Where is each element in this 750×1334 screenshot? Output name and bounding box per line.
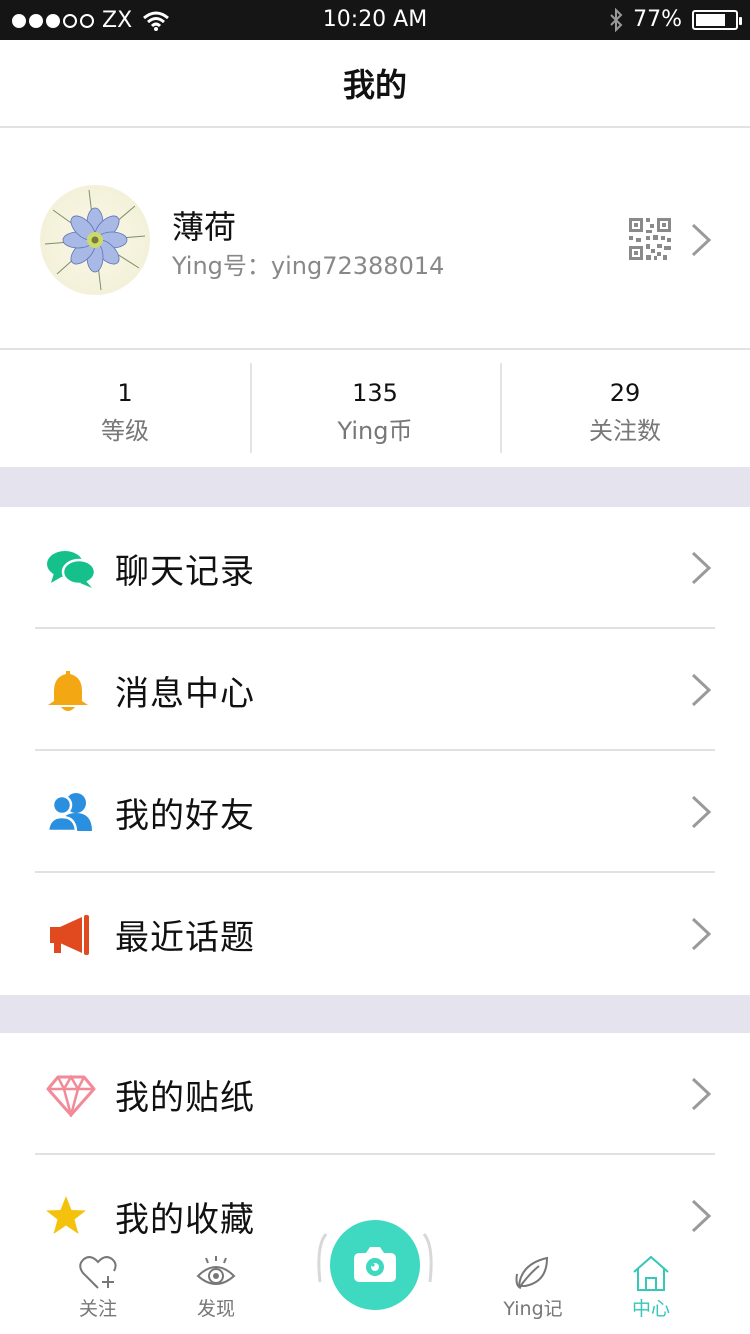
menu-item-chat-history[interactable]: 聊天记录 bbox=[0, 507, 750, 629]
stat-level[interactable]: 1 等级 bbox=[0, 351, 250, 467]
stats-bar: 1 等级 135 Ying币 29 关注数 bbox=[0, 351, 750, 467]
nav-bar: 我的 bbox=[0, 40, 750, 128]
tab-bar: 关注 发现 Ying记 中心 bbox=[0, 1220, 750, 1334]
menu-item-label: 我的收藏 bbox=[115, 1199, 255, 1240]
tab-discover[interactable]: 发现 bbox=[171, 1254, 261, 1321]
camera-icon bbox=[354, 1247, 396, 1282]
menu-item-recent-topics[interactable]: 最近话题 bbox=[0, 873, 750, 995]
heart-plus-icon bbox=[79, 1256, 117, 1289]
bell-icon bbox=[48, 671, 88, 711]
menu-item-label: 我的贴纸 bbox=[115, 1077, 255, 1118]
screen: ZX 10:20 AM 77% 我的 薄荷 Ying号：ying72388014… bbox=[0, 0, 750, 1334]
status-right: 77% bbox=[609, 7, 742, 32]
menu-item-label: 我的好友 bbox=[115, 795, 255, 836]
battery-percent: 77% bbox=[633, 7, 682, 32]
chevron-right-icon bbox=[691, 551, 712, 585]
flower-avatar-image bbox=[44, 189, 146, 291]
tab-label: 中心 bbox=[631, 1298, 670, 1320]
stat-label: 等级 bbox=[101, 417, 149, 445]
chevron-right-icon bbox=[691, 1199, 712, 1233]
status-bar: ZX 10:20 AM 77% bbox=[0, 0, 750, 40]
camera-button[interactable] bbox=[330, 1220, 420, 1310]
section-divider bbox=[0, 995, 750, 1033]
chevron-right-icon bbox=[691, 917, 712, 951]
menu-item-label: 最近话题 bbox=[115, 917, 255, 958]
avatar[interactable] bbox=[40, 185, 150, 295]
section-divider bbox=[0, 467, 750, 507]
stat-value: 135 bbox=[352, 379, 398, 407]
stat-label: Ying币 bbox=[337, 417, 413, 445]
menu-item-stickers[interactable]: 我的贴纸 bbox=[0, 1033, 750, 1155]
profile-card[interactable]: 薄荷 Ying号：ying72388014 bbox=[0, 130, 750, 350]
tab-ying-notes[interactable]: Ying记 bbox=[488, 1254, 578, 1321]
chevron-right-icon bbox=[691, 223, 712, 257]
menu-item-friends[interactable]: 我的好友 bbox=[0, 751, 750, 873]
tab-follow[interactable]: 关注 bbox=[53, 1254, 143, 1321]
diamond-icon bbox=[46, 1074, 96, 1117]
star-icon bbox=[46, 1196, 86, 1234]
menu-item-label: 消息中心 bbox=[115, 673, 255, 714]
stat-coins[interactable]: 135 Ying币 bbox=[250, 351, 500, 467]
profile-id: Ying号：ying72388014 bbox=[172, 252, 445, 280]
chevron-right-icon bbox=[691, 673, 712, 707]
qr-code-icon[interactable] bbox=[629, 218, 671, 260]
page-title: 我的 bbox=[342, 66, 407, 104]
menu-group-main: 聊天记录 消息中心 我的好友 最近话题 bbox=[0, 507, 750, 995]
tab-center[interactable]: 中心 bbox=[606, 1254, 696, 1321]
bluetooth-icon bbox=[610, 7, 623, 32]
menu-item-label: 聊天记录 bbox=[115, 551, 255, 592]
camera-button-wrap bbox=[312, 1218, 438, 1328]
leaf-icon bbox=[515, 1256, 549, 1289]
menu-item-message-center[interactable]: 消息中心 bbox=[0, 629, 750, 751]
profile-name: 薄荷 bbox=[172, 208, 237, 246]
battery-icon bbox=[692, 9, 742, 30]
eye-icon bbox=[196, 1256, 236, 1285]
tab-label: 发现 bbox=[196, 1298, 235, 1320]
megaphone-icon bbox=[50, 915, 89, 955]
chat-bubbles-icon bbox=[47, 551, 96, 588]
home-icon bbox=[633, 1255, 669, 1291]
tab-label: 关注 bbox=[78, 1298, 117, 1320]
stat-value: 29 bbox=[609, 379, 641, 407]
friends-icon bbox=[46, 793, 92, 833]
stat-value: 1 bbox=[117, 379, 133, 407]
stat-following[interactable]: 29 关注数 bbox=[500, 351, 750, 467]
chevron-right-icon bbox=[691, 1077, 712, 1111]
chevron-right-icon bbox=[691, 795, 712, 829]
tab-label: Ying记 bbox=[503, 1298, 563, 1320]
stat-label: 关注数 bbox=[589, 417, 661, 445]
